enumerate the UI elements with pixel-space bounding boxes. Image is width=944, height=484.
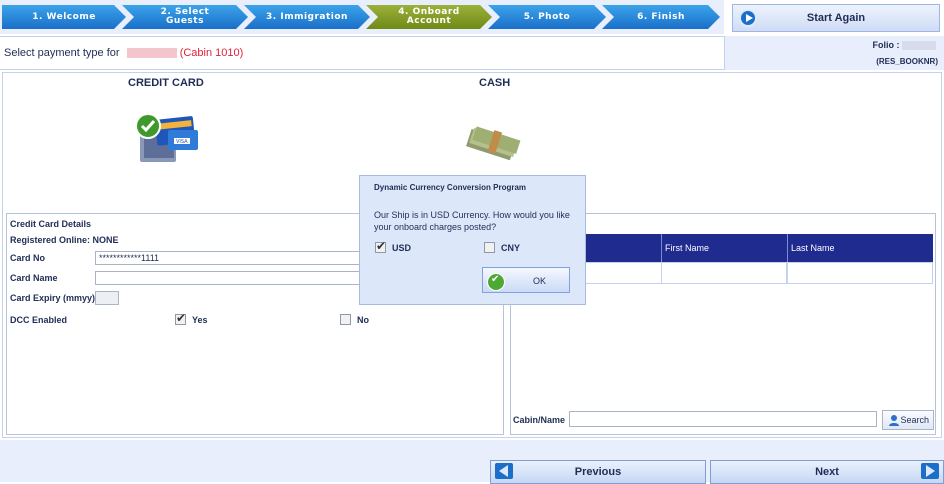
previous-label: Previous (574, 466, 622, 478)
card-no-label: Card No (10, 253, 46, 263)
dialog-message: Our Ship is in USD Currency. How would y… (374, 210, 570, 232)
grid-cell-last-name[interactable] (787, 262, 933, 284)
folio-panel: Folio : (RES_BOOKNR) (724, 36, 944, 70)
wizard-bar: 1. Welcome 2. Select Guests 3. Immigratio… (0, 0, 724, 34)
user-search-icon (889, 415, 899, 426)
next-button[interactable]: Next (710, 460, 944, 484)
dcc-no-label: No (357, 315, 369, 325)
card-name-field[interactable] (95, 271, 360, 285)
search-button-label: Search (900, 415, 929, 425)
check-icon (487, 273, 505, 291)
dialog-title: Dynamic Currency Conversion Program (374, 183, 527, 192)
dcc-no-checkbox[interactable] (340, 314, 351, 325)
card-expiry-field[interactable] (95, 291, 119, 305)
folio-label: Folio : (872, 40, 936, 51)
wizard-step-label: 2. Select Guests (160, 7, 210, 26)
play-icon (739, 9, 757, 27)
search-button[interactable]: Search (882, 410, 934, 430)
payment-prompt: Select payment type for (Cabin 1010) (4, 47, 244, 59)
wizard-step-photo[interactable]: 5. Photo (488, 5, 606, 29)
card-details-title: Credit Card Details (10, 219, 92, 229)
folio-number-redacted (902, 41, 936, 51)
wizard-step-finish[interactable]: 6. Finish (602, 5, 720, 29)
cabin-number: (Cabin 1010) (179, 47, 244, 59)
dcc-yes-checkbox[interactable] (175, 311, 186, 325)
usd-label: USD (392, 243, 412, 253)
card-name-label: Card Name (10, 273, 58, 283)
cny-checkbox[interactable] (484, 242, 495, 253)
wizard-step-immigration[interactable]: 3. Immigration (244, 5, 370, 29)
wizard-step-label: 5. Photo (523, 11, 571, 22)
cabin-name-label: Cabin/Name (513, 415, 566, 425)
cabin-name-search-input[interactable] (569, 411, 877, 427)
wizard-step-label: 6. Finish (637, 11, 685, 22)
dcc-yes-label: Yes (192, 315, 208, 325)
guest-name-redacted (126, 48, 177, 59)
cash-icon[interactable] (462, 120, 522, 168)
wizard-step-label: 4. Onboard Account (398, 7, 460, 26)
cny-label: CNY (501, 243, 521, 253)
start-again-label: Start Again (806, 12, 866, 24)
previous-button[interactable]: Previous (490, 460, 706, 484)
wizard-step-label: 1. Welcome (32, 11, 96, 22)
ok-label: OK (533, 276, 547, 286)
usd-checkbox[interactable] (375, 239, 386, 253)
grid-header-first-name[interactable]: First Name (661, 234, 787, 262)
folio-code: (RES_BOOKNR) (876, 57, 938, 66)
card-expiry-label: Card Expiry (mmyy) (10, 293, 96, 303)
grid-header-last-name[interactable]: Last Name (787, 234, 933, 262)
arrow-right-icon (921, 463, 939, 479)
wizard-step-onboard-account[interactable]: 4. Onboard Account (366, 5, 492, 29)
wizard-step-select-guests[interactable]: 2. Select Guests (122, 5, 248, 29)
wizard-step-label: 3. Immigration (266, 11, 348, 22)
wizard-step-welcome[interactable]: 1. Welcome (2, 5, 126, 29)
next-label: Next (815, 466, 839, 478)
card-no-field[interactable]: ************1111 (95, 251, 360, 265)
registered-online-label: Registered Online: NONE (10, 235, 119, 245)
ok-button[interactable]: OK (482, 267, 570, 293)
dcc-enabled-label: DCC Enabled (10, 315, 68, 325)
credit-card-option-title: CREDIT CARD (128, 77, 204, 89)
grid-cell-first-name[interactable] (661, 262, 787, 284)
cash-option-title: CASH (479, 77, 511, 89)
arrow-left-icon (495, 463, 513, 479)
page-header: Select payment type for (Cabin 1010) (0, 36, 724, 70)
credit-card-icon[interactable]: VISA (134, 112, 200, 166)
svg-text:VISA: VISA (176, 139, 188, 145)
start-again-button[interactable]: Start Again (732, 4, 940, 32)
